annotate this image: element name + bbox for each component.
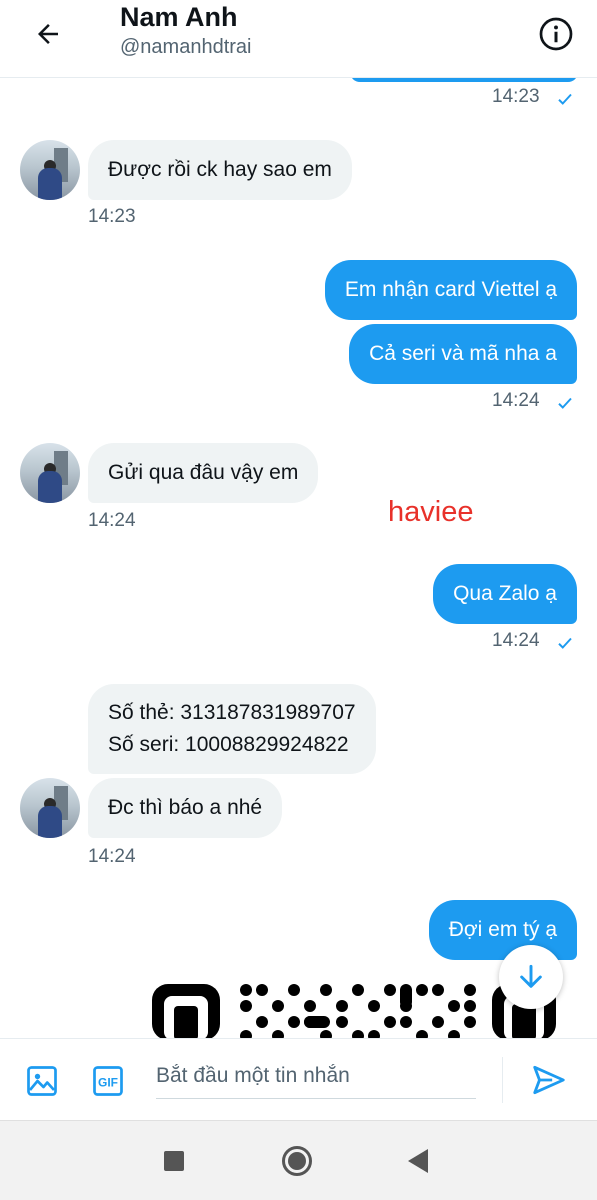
avatar[interactable] bbox=[20, 778, 80, 838]
avatar[interactable] bbox=[20, 443, 80, 503]
message-text: Được rồi ck hay sao em bbox=[108, 158, 332, 181]
message-input[interactable] bbox=[156, 1053, 476, 1099]
message-bubble-in[interactable]: Được rồi ck hay sao em bbox=[88, 140, 352, 200]
message-time: 14:23 bbox=[88, 206, 136, 227]
sent-check-icon bbox=[558, 637, 572, 649]
avatar[interactable] bbox=[20, 140, 80, 200]
message-bubble-in[interactable]: Số thẻ: 313187831989707 Số seri: 1000882… bbox=[88, 684, 376, 774]
message-time: 14:24 bbox=[492, 390, 540, 411]
system-back-button[interactable] bbox=[408, 1149, 428, 1173]
message-time: 14:24 bbox=[492, 630, 540, 651]
conversation-header: Nam Anh @namanhdtrai bbox=[0, 0, 597, 78]
divider bbox=[502, 1057, 503, 1103]
message-bubble-out[interactable]: Đợi em tý ạ bbox=[428, 900, 577, 960]
message-text: Qua Zalo ạ bbox=[453, 582, 557, 605]
message-time: 14:24 bbox=[88, 846, 136, 867]
message-bubble-out[interactable]: Em nhận card Viettel ạ bbox=[324, 260, 577, 320]
message-line: Số thẻ: 313187831989707 bbox=[108, 701, 356, 724]
message-bubble-in[interactable]: Gửi qua đâu vậy em bbox=[88, 443, 319, 503]
message-text: Gửi qua đâu vậy em bbox=[108, 461, 299, 484]
message-bubble-out[interactable]: Cả seri và mã nha a bbox=[349, 324, 577, 384]
image-icon bbox=[27, 1066, 57, 1096]
message-bubble-out[interactable]: Qua Zalo ạ bbox=[433, 564, 577, 624]
gif-icon: GIF bbox=[93, 1066, 123, 1096]
send-icon bbox=[533, 1065, 565, 1095]
gif-label: GIF bbox=[98, 1075, 118, 1089]
message-bubble-in[interactable]: Đc thì báo a nhé bbox=[88, 778, 283, 838]
message-list[interactable]: 14:23 Được rồi ck hay sao em 14:23 Em nh… bbox=[0, 78, 597, 1038]
system-navigation-bar bbox=[0, 1120, 597, 1200]
contact-handle: @namanhdtrai bbox=[120, 36, 252, 58]
message-time: 14:23 bbox=[492, 86, 540, 107]
sent-check-icon bbox=[558, 397, 572, 409]
info-button[interactable] bbox=[536, 14, 576, 54]
send-button[interactable] bbox=[530, 1061, 570, 1101]
message-composer: GIF bbox=[0, 1038, 597, 1120]
arrow-down-icon bbox=[520, 964, 542, 988]
watermark-text: haviee bbox=[388, 496, 474, 528]
qr-code-image[interactable] bbox=[148, 980, 560, 1038]
info-icon bbox=[539, 17, 573, 51]
message-text: Cả seri và mã nha a bbox=[369, 342, 557, 365]
home-button[interactable] bbox=[282, 1146, 312, 1176]
home-circle-icon bbox=[288, 1152, 306, 1170]
add-media-button[interactable] bbox=[24, 1063, 60, 1099]
message-line: Số seri: 10008829924822 bbox=[108, 733, 349, 756]
add-gif-button[interactable]: GIF bbox=[90, 1063, 126, 1099]
message-time: 14:24 bbox=[88, 510, 136, 531]
contact-name: Nam Anh bbox=[120, 2, 238, 32]
message-text: Em nhận card Viettel ạ bbox=[344, 278, 557, 301]
arrow-left-icon bbox=[38, 24, 58, 44]
message-bubble-out[interactable] bbox=[350, 78, 578, 82]
back-button[interactable] bbox=[28, 14, 68, 54]
scroll-to-bottom-button[interactable] bbox=[499, 945, 563, 1009]
recent-apps-button[interactable] bbox=[164, 1151, 184, 1171]
message-text: Đợi em tý ạ bbox=[448, 918, 557, 941]
sent-check-icon bbox=[558, 93, 572, 105]
message-text: Đc thì báo a nhé bbox=[108, 796, 263, 819]
